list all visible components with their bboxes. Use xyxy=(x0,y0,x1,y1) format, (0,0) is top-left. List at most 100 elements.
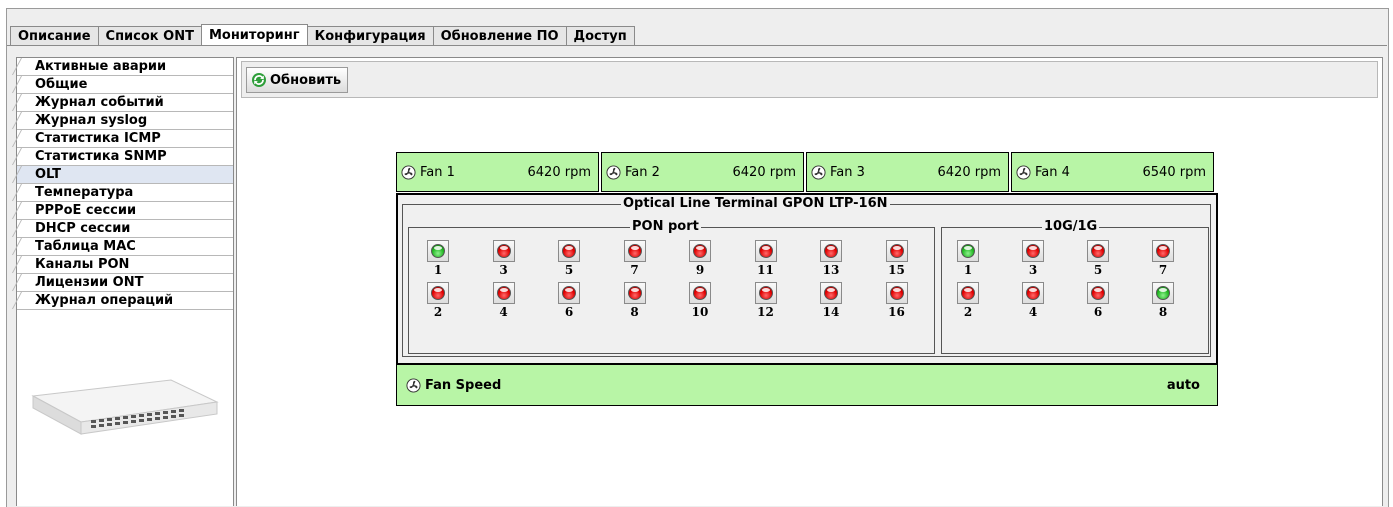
port-status-led xyxy=(824,286,838,300)
fan-label-wrap: Fan 2 xyxy=(602,165,660,180)
port-number: 7 xyxy=(1158,263,1168,277)
port-uplink-1[interactable] xyxy=(957,240,979,262)
sidebar-item-10[interactable]: DHCP сессии xyxy=(17,220,233,238)
port-status-led xyxy=(496,286,511,300)
port-number: 3 xyxy=(499,263,508,277)
port-status-led xyxy=(961,286,975,300)
port-pon-2[interactable] xyxy=(427,282,449,304)
fan-label: Fan 1 xyxy=(420,164,455,180)
port-number: 15 xyxy=(888,263,905,277)
sidebar-item-8[interactable]: Температура xyxy=(17,184,233,202)
port-pon-15[interactable] xyxy=(885,240,908,262)
port-status-led xyxy=(496,244,511,258)
port-number: 3 xyxy=(1028,263,1038,277)
refresh-button[interactable]: Обновить xyxy=(246,67,349,93)
port-number: 4 xyxy=(1028,305,1038,319)
port-pon-4[interactable] xyxy=(492,282,515,304)
port-pon-12[interactable] xyxy=(754,282,777,304)
device-image xyxy=(31,379,219,435)
port-number: 2 xyxy=(433,305,443,319)
fan-speed-label: Fan Speed xyxy=(425,377,502,393)
fan-rpm: 6420 rpm xyxy=(937,164,1001,180)
port-uplink-7[interactable] xyxy=(1152,240,1174,262)
fan-label-wrap: Fan 1 xyxy=(397,165,455,180)
tab-2[interactable]: Список ONT xyxy=(97,26,202,45)
port-number: 11 xyxy=(757,263,774,277)
sidebar-menu-list: Активные аварии Общие Журнал событий Журнал… xyxy=(17,58,233,310)
port-pon-10[interactable] xyxy=(689,282,711,304)
fan-speed-bar: Fan Speed auto xyxy=(396,364,1218,406)
port-number: 5 xyxy=(564,263,574,277)
refresh-button-label: Обновить xyxy=(270,72,342,88)
sidebar-item-3[interactable]: Журнал событий xyxy=(17,94,233,112)
uplink-port-group: 10G/1G 1 3 5 7 2 4 6 8 xyxy=(941,219,1209,354)
port-status-led xyxy=(627,244,642,258)
tab-1[interactable]: Описание xyxy=(10,26,99,45)
port-uplink-5[interactable] xyxy=(1087,240,1109,262)
fan-icon xyxy=(811,164,826,180)
port-status-led xyxy=(889,286,904,300)
port-number: 1 xyxy=(433,263,443,277)
port-number: 1 xyxy=(963,263,973,277)
port-status-led xyxy=(431,244,445,258)
fan-label: Fan 4 xyxy=(1035,164,1070,180)
port-pon-1[interactable] xyxy=(427,240,449,262)
port-uplink-6[interactable] xyxy=(1087,282,1109,304)
tab-4[interactable]: Конфигурация xyxy=(306,26,434,45)
uplink-port-title: 10G/1G xyxy=(1042,219,1100,235)
port-pon-7[interactable] xyxy=(623,240,646,262)
fan-icon xyxy=(606,164,621,180)
port-pon-9[interactable] xyxy=(689,240,711,262)
fan-label: Fan 2 xyxy=(625,164,660,180)
port-pon-11[interactable] xyxy=(754,240,777,262)
port-pon-3[interactable] xyxy=(492,240,515,262)
port-number: 12 xyxy=(757,305,774,319)
sidebar-item-7[interactable]: OLT xyxy=(17,166,233,184)
sidebar-item-4[interactable]: Журнал syslog xyxy=(17,112,233,130)
port-pon-13[interactable] xyxy=(820,240,842,262)
port-status-led xyxy=(1026,286,1040,300)
port-number: 6 xyxy=(564,305,574,319)
port-status-led xyxy=(1156,244,1170,258)
sidebar-item-14[interactable]: Журнал операций xyxy=(17,292,233,310)
sidebar-item-6[interactable]: Статистика SNMP xyxy=(17,148,233,166)
port-uplink-3[interactable] xyxy=(1022,240,1044,262)
sidebar-item-1[interactable]: Активные аварии xyxy=(17,58,233,76)
toolbar: Обновить xyxy=(241,61,1378,98)
port-number: 13 xyxy=(822,263,840,277)
port-uplink-8[interactable] xyxy=(1152,282,1174,304)
port-status-led xyxy=(627,286,642,300)
port-uplink-4[interactable] xyxy=(1022,282,1044,304)
sidebar-item-9[interactable]: PPPoE сессии xyxy=(17,202,233,220)
sidebar-item-11[interactable]: Таблица MAC xyxy=(17,238,233,256)
port-pon-8[interactable] xyxy=(623,282,646,304)
tab-3[interactable]: Мониторинг xyxy=(200,24,308,45)
port-number: 6 xyxy=(1093,305,1103,319)
fan-rpm: 6420 rpm xyxy=(527,164,591,180)
olt-frame: Optical Line Terminal GPON LTP-16N PON p… xyxy=(402,196,1211,357)
port-status-led xyxy=(961,244,975,258)
port-uplink-2[interactable] xyxy=(957,282,979,304)
port-status-led xyxy=(431,286,445,300)
fan-status-2: Fan 2 6420 rpm xyxy=(601,152,804,192)
fan-icon xyxy=(406,377,421,393)
sidebar-item-12[interactable]: Каналы PON xyxy=(17,256,233,274)
port-pon-16[interactable] xyxy=(885,282,908,304)
fan-icon xyxy=(401,164,416,180)
sidebar-item-13[interactable]: Лицензии ONT xyxy=(17,274,233,292)
port-status-led xyxy=(824,244,838,258)
olt-panel: Optical Line Terminal GPON LTP-16N PON p… xyxy=(396,193,1218,365)
tab-5[interactable]: Обновление ПО xyxy=(432,26,567,45)
port-number: 2 xyxy=(963,305,973,319)
port-pon-14[interactable] xyxy=(820,282,842,304)
sidebar-item-5[interactable]: Статистика ICMP xyxy=(17,130,233,148)
olt-title: Optical Line Terminal GPON LTP-16N xyxy=(621,196,890,212)
sidebar-item-2[interactable]: Общие xyxy=(17,76,233,94)
port-status-led xyxy=(1156,286,1170,300)
fan-rpm: 6420 rpm xyxy=(732,164,796,180)
tab-6[interactable]: Доступ xyxy=(565,26,635,45)
port-pon-6[interactable] xyxy=(558,282,580,304)
fan-status-3: Fan 3 6420 rpm xyxy=(806,152,1009,192)
port-status-led xyxy=(693,244,707,258)
port-pon-5[interactable] xyxy=(558,240,580,262)
